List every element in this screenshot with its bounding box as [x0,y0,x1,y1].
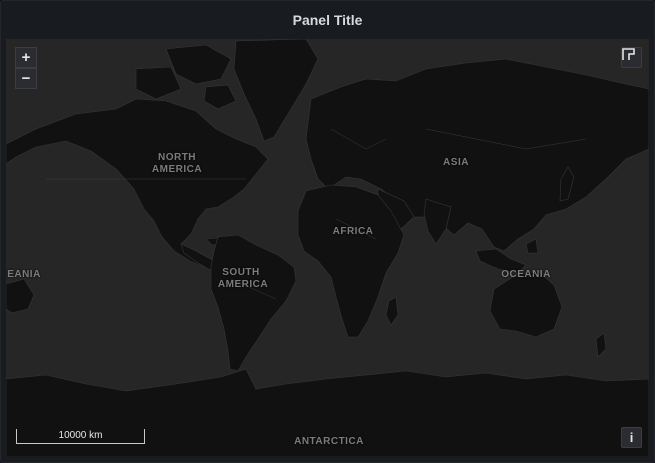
label-oceania-left: EANIA [7,269,41,280]
attribution-info-button[interactable]: i [621,427,642,448]
world-map[interactable]: NORTH AMERICA SOUTH AMERICA AFRICA ASIA … [6,39,649,457]
panel-header[interactable]: Panel Title [1,1,654,39]
label-north-america-line2: AMERICA [151,164,203,175]
map-base-layer [6,39,649,457]
zoom-control: + − [15,47,37,89]
new-zealand-landmass [595,332,607,358]
zoom-in-button[interactable]: + [15,47,37,68]
label-africa: AFRICA [332,226,374,237]
lasso-select-button[interactable] [621,47,642,68]
label-south-america-line1: SOUTH [222,267,260,278]
label-south-america-line2: AMERICA [217,279,269,290]
india-landmass [423,198,452,245]
zoom-out-button[interactable]: − [15,68,37,89]
label-oceania-right: OCEANIA [501,269,551,280]
label-asia: ASIA [443,157,469,168]
scale-bar: 10000 km [16,429,145,444]
madagascar-landmass [385,296,399,326]
arctic-islands-landmass [135,44,237,110]
select-region-icon [622,48,635,60]
label-antarctica: ANTARCTICA [294,436,364,447]
map-panel: Panel Title NORTH AMERICA SOUTH AMERICA … [0,0,655,463]
panel-title: Panel Title [292,12,363,28]
left-edge-landmass [6,278,35,314]
label-north-america-line1: NORTH [157,152,197,163]
greenland-landmass [233,39,319,142]
south-america-landmass [210,234,297,372]
